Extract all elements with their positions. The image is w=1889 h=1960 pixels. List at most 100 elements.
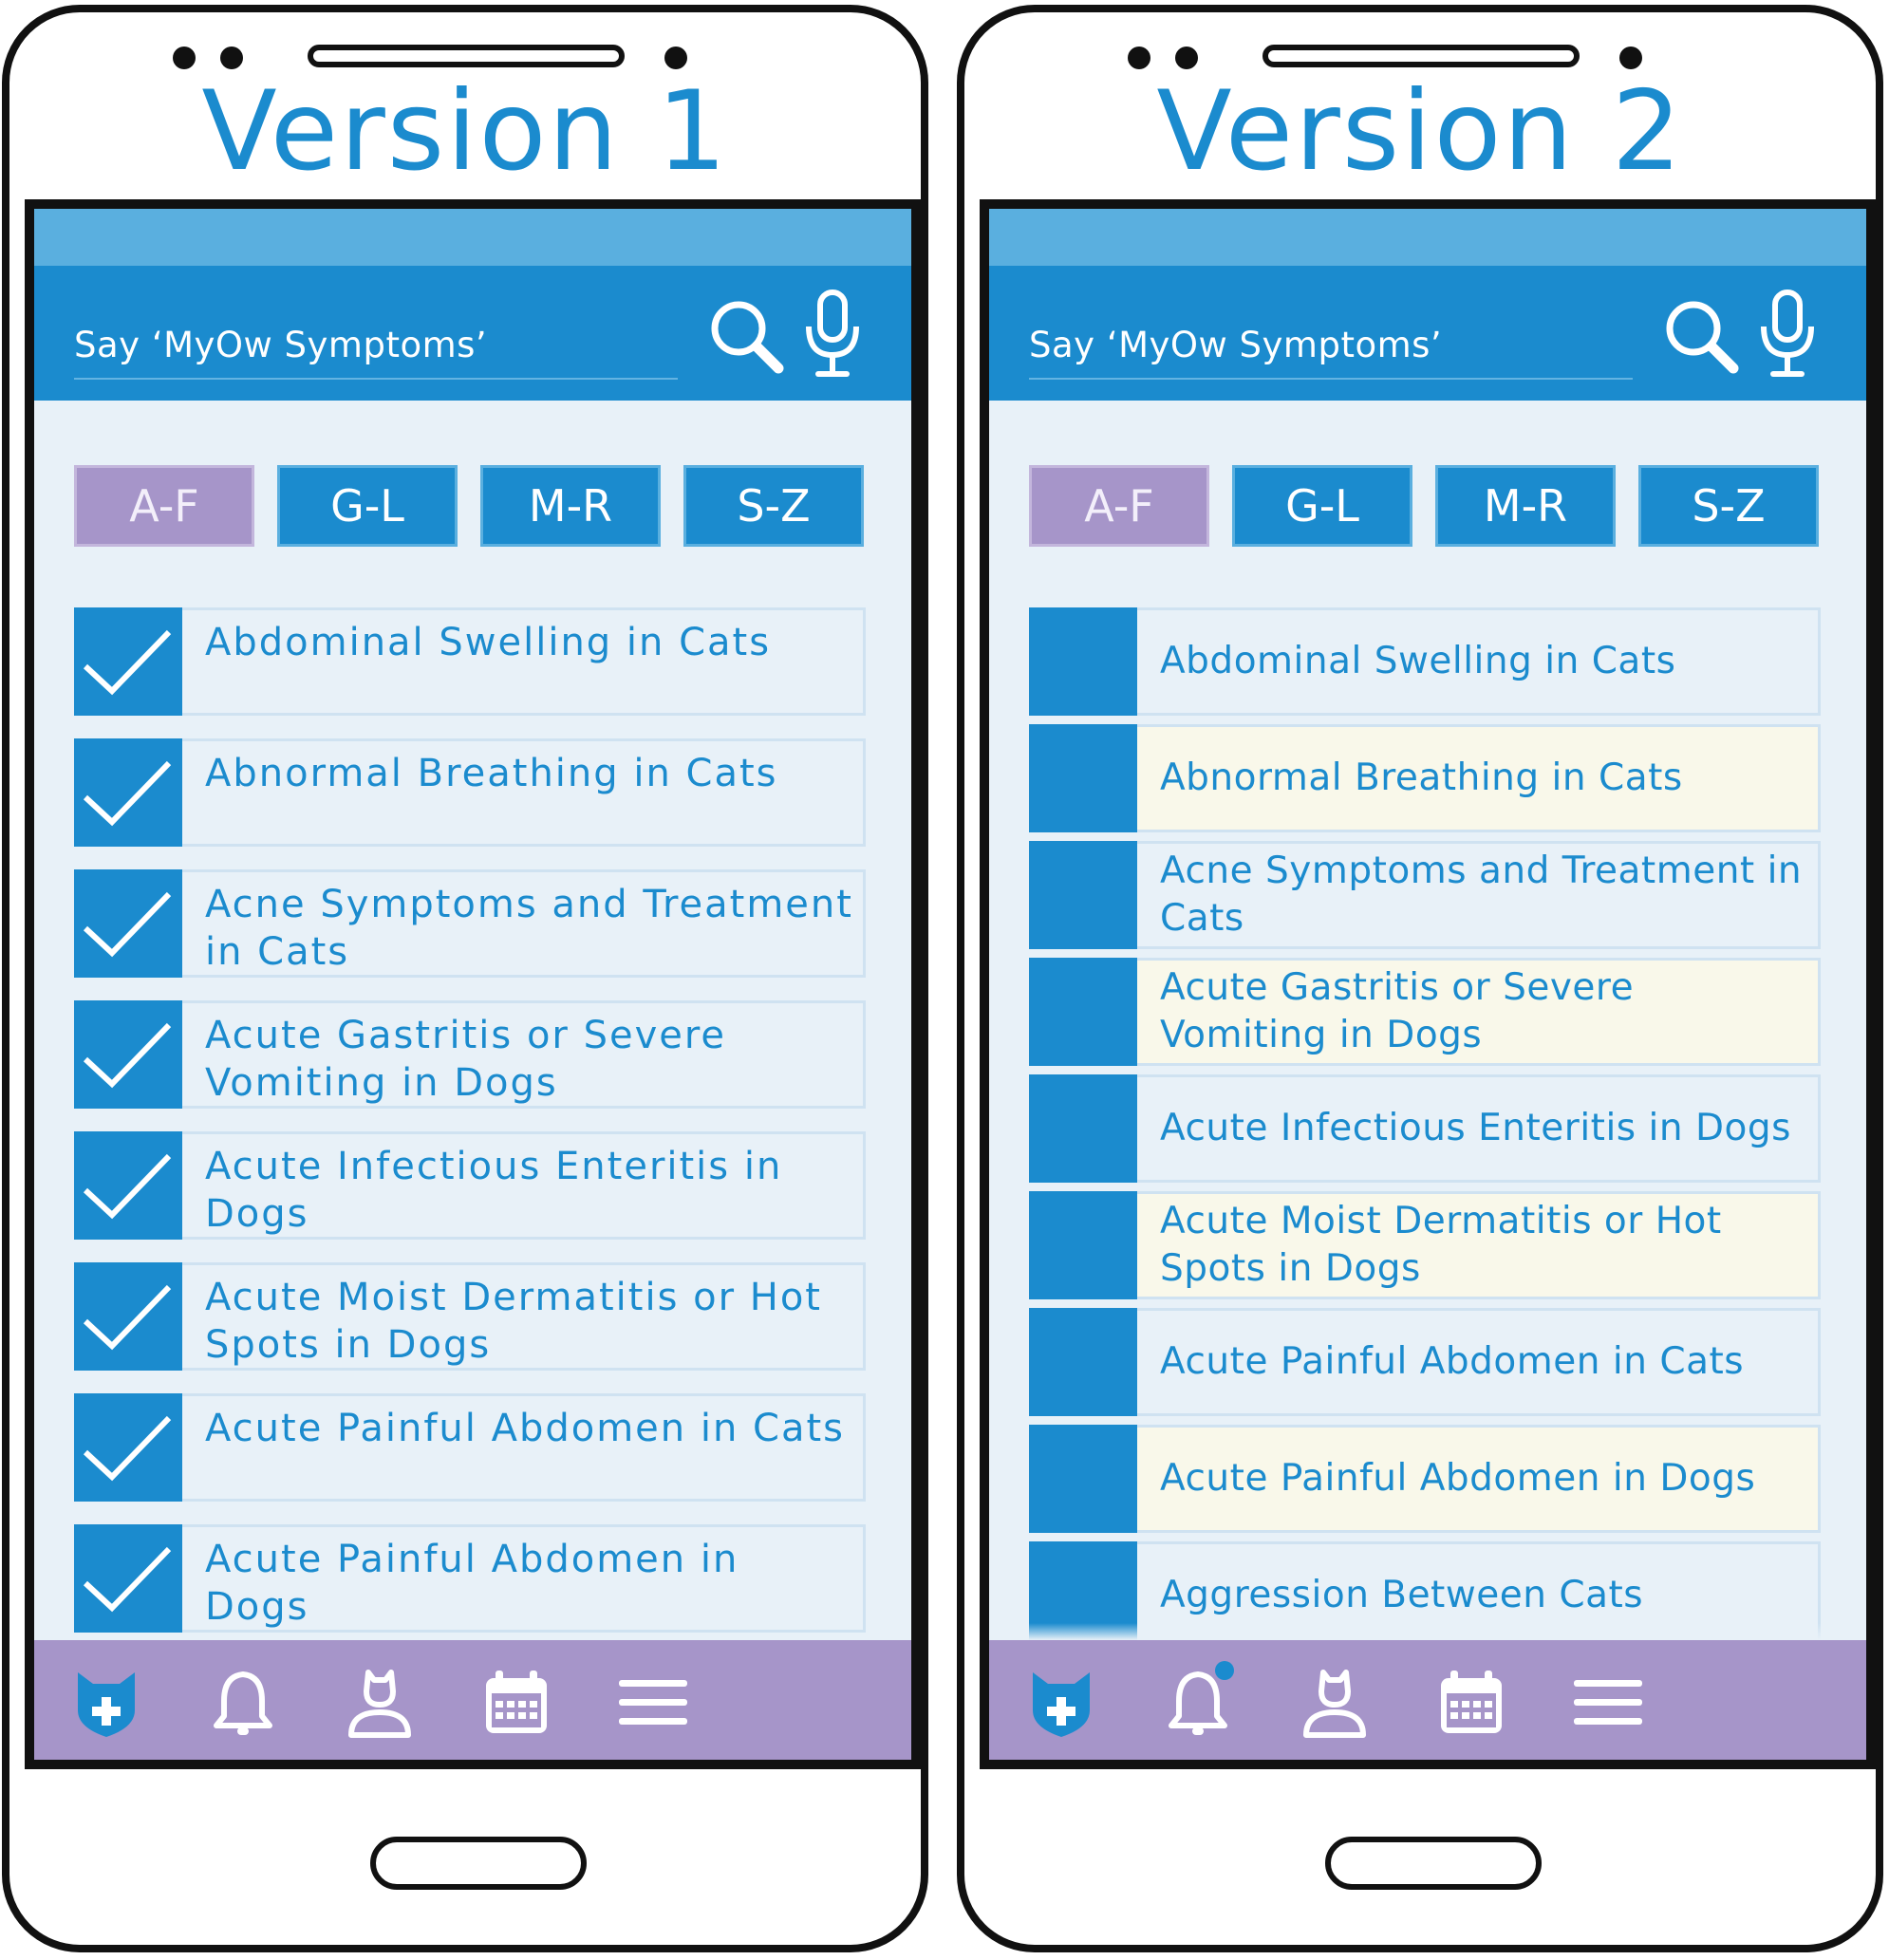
checkbox[interactable] — [1029, 607, 1137, 716]
list-item[interactable]: Abnormal Breathing in Cats — [1029, 724, 1821, 832]
list-item-label: Acute Gastritis or Severe Vomiting in Do… — [1160, 966, 1635, 1056]
status-bar — [989, 209, 1866, 266]
list-item[interactable]: Acute Painful Abdomen in Cats — [1029, 1308, 1821, 1416]
list-item[interactable]: Abdominal Swelling in Cats — [74, 607, 866, 716]
nav-health[interactable] — [1025, 1667, 1097, 1739]
list-item[interactable]: Acute Moist Dermatitis or Hot Spots in D… — [1029, 1191, 1821, 1299]
checkbox-checked[interactable] — [74, 1000, 182, 1109]
checkmark-icon — [83, 760, 172, 827]
list-item[interactable]: Abdominal Swelling in Cats — [1029, 607, 1821, 716]
tab-m-r[interactable]: M-R — [480, 465, 661, 547]
camera-dot — [1128, 47, 1150, 69]
search-icon[interactable] — [1659, 294, 1745, 380]
list-item[interactable]: Acute Gastritis or Severe Vomiting in Do… — [1029, 958, 1821, 1066]
shield-plus-icon — [1033, 1672, 1090, 1737]
checkbox[interactable] — [1029, 1308, 1137, 1416]
nav-menu[interactable] — [617, 1667, 689, 1739]
list-item[interactable]: Acute Painful Abdomen in Dogs — [1029, 1425, 1821, 1533]
checkbox-checked[interactable] — [74, 869, 182, 978]
list-item-label: Abnormal Breathing in Cats — [205, 752, 778, 795]
list-item[interactable]: Acute Painful Abdomen in Cats — [74, 1393, 866, 1502]
search-underline — [1029, 378, 1633, 380]
checkbox-checked[interactable] — [74, 1262, 182, 1371]
notification-badge — [1215, 1661, 1234, 1680]
speaker-grille — [308, 45, 625, 67]
list-item[interactable]: Acute Infectious Enteritis in Dogs — [1029, 1074, 1821, 1183]
list-item-label: Abdominal Swelling in Cats — [1160, 640, 1676, 682]
nav-profile[interactable] — [344, 1667, 416, 1739]
tab-g-l[interactable]: G-L — [277, 465, 458, 547]
checkbox[interactable] — [1029, 724, 1137, 832]
search-icon[interactable] — [704, 294, 790, 380]
nav-notifications[interactable] — [207, 1667, 279, 1739]
checkbox-checked[interactable] — [74, 1524, 182, 1633]
checkbox-checked[interactable] — [74, 607, 182, 716]
camera-dot — [664, 47, 687, 69]
checkbox[interactable] — [1029, 841, 1137, 949]
camera-dot — [173, 47, 196, 69]
nav-calendar[interactable] — [480, 1667, 552, 1739]
list-item[interactable]: Acute Moist Dermatitis or Hot Spots in D… — [74, 1262, 866, 1371]
checkbox[interactable] — [1029, 1425, 1137, 1533]
tab-s-z[interactable]: S-Z — [683, 465, 864, 547]
list-item[interactable]: Acute Infectious Enteritis in Dogs — [74, 1131, 866, 1240]
voice-search-field[interactable]: Say ‘MyOw Symptoms’ — [74, 325, 487, 365]
home-button[interactable] — [370, 1837, 587, 1890]
app-screen: Say ‘MyOw Symptoms’ A-F G-L M-R S-Z Abdo… — [25, 199, 921, 1769]
checkmark-icon — [83, 1284, 172, 1351]
list-item[interactable]: Acute Gastritis or Severe Vomiting in Do… — [74, 1000, 866, 1109]
tab-m-r[interactable]: M-R — [1435, 465, 1616, 547]
checkbox[interactable] — [1029, 958, 1137, 1066]
nav-calendar[interactable] — [1435, 1667, 1507, 1739]
bell-icon — [214, 1671, 272, 1735]
list-item-label: Acute Moist Dermatitis or Hot Spots in D… — [1160, 1200, 1722, 1290]
checkbox-checked[interactable] — [74, 1131, 182, 1240]
tab-s-z[interactable]: S-Z — [1638, 465, 1819, 547]
checkbox-checked[interactable] — [74, 1393, 182, 1502]
list-item-label: Acute Painful Abdomen in Dogs — [205, 1538, 739, 1629]
nav-health[interactable] — [70, 1667, 142, 1739]
tab-g-l[interactable]: G-L — [1232, 465, 1412, 547]
nav-menu[interactable] — [1572, 1667, 1644, 1739]
list-item[interactable]: Acute Painful Abdomen in Dogs — [74, 1524, 866, 1633]
status-bar — [34, 209, 911, 266]
microphone-icon[interactable] — [1756, 289, 1819, 380]
list-item[interactable]: Abnormal Breathing in Cats — [74, 738, 866, 847]
home-button[interactable] — [1325, 1837, 1542, 1890]
checkmark-icon — [83, 1546, 172, 1613]
nav-notifications[interactable] — [1162, 1661, 1234, 1739]
checkmark-icon — [83, 629, 172, 696]
list-item-label: Acute Gastritis or Severe Vomiting in Do… — [205, 1014, 727, 1105]
scroll-fade — [989, 1623, 1866, 1640]
microphone-icon[interactable] — [801, 289, 864, 380]
checkbox[interactable] — [1029, 1191, 1137, 1299]
tab-a-f[interactable]: A-F — [74, 465, 254, 547]
shield-plus-icon — [78, 1672, 135, 1737]
list-item-label: Acne Symptoms and Treatment in Cats — [1160, 849, 1803, 940]
list-item-label: Acute Infectious Enteritis in Dogs — [1160, 1107, 1791, 1149]
app-screen: Say ‘MyOw Symptoms’ A-F G-L M-R S-Z Abdo… — [980, 199, 1876, 1769]
checkbox[interactable] — [1029, 1074, 1137, 1183]
nav-profile[interactable] — [1299, 1667, 1371, 1739]
sensor-dot — [1175, 47, 1198, 69]
list-item-label: Acute Moist Dermatitis or Hot Spots in D… — [205, 1276, 822, 1367]
menu-icon — [1574, 1680, 1642, 1725]
checkbox-checked[interactable] — [74, 738, 182, 847]
list-item-label: Acute Infectious Enteritis in Dogs — [205, 1145, 783, 1236]
symptom-list: Abdominal Swelling in Cats Abnormal Brea… — [1029, 607, 1821, 1658]
calendar-icon — [486, 1671, 547, 1733]
app-bar: Say ‘MyOw Symptoms’ — [34, 266, 911, 401]
version-title: Version 2 — [1156, 67, 1684, 196]
list-item[interactable]: Acne Symptoms and Treatment in Cats — [1029, 841, 1821, 949]
menu-icon — [619, 1680, 687, 1725]
profile-icon — [348, 1670, 411, 1738]
camera-dot — [1619, 47, 1642, 69]
sensor-dot — [220, 47, 243, 69]
checkmark-icon — [83, 1415, 172, 1482]
list-item[interactable]: Acne Symptoms and Treatment in Cats — [74, 869, 866, 978]
voice-search-field[interactable]: Say ‘MyOw Symptoms’ — [1029, 325, 1442, 365]
list-item-label: Abdominal Swelling in Cats — [205, 621, 772, 664]
profile-icon — [1303, 1670, 1366, 1738]
list-item-label: Acute Painful Abdomen in Cats — [1160, 1340, 1745, 1383]
tab-a-f[interactable]: A-F — [1029, 465, 1209, 547]
